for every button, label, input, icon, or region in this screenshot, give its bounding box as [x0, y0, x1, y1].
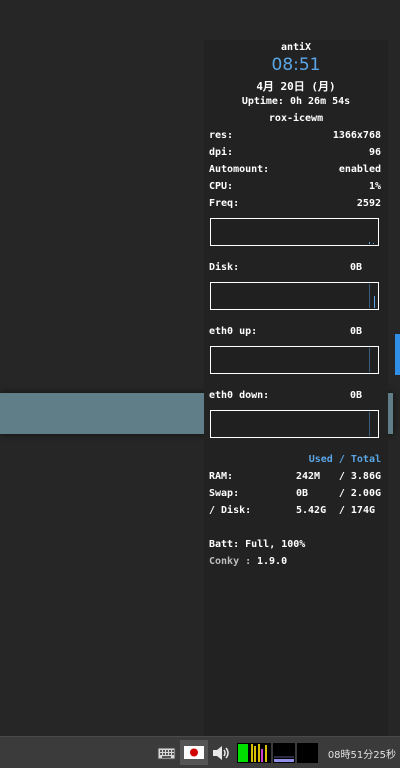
window-manager-name: rox-icewm — [268, 113, 324, 124]
mem-total: / 2.00G — [338, 488, 381, 499]
stat-row-dpi: dpi: 96 — [209, 147, 381, 161]
stat-value: 96 — [368, 147, 381, 158]
mem-used: 5.42G — [296, 505, 327, 516]
stat-value: 1366x768 — [332, 130, 381, 141]
disk-io-value: 0B — [350, 262, 363, 273]
eth-down-value: 0B — [350, 390, 363, 401]
stat-row-cpu: CPU: 1% — [209, 181, 381, 195]
disk-io-label: Disk: — [209, 262, 240, 273]
volume-icon[interactable] — [211, 743, 233, 763]
conky-version-label: Conky : — [209, 556, 252, 567]
stat-row-res: res: 1366x768 — [209, 130, 381, 144]
stat-value: enabled — [338, 164, 381, 175]
disk-io-graph — [210, 282, 379, 310]
eth-down-graph — [210, 410, 379, 438]
stat-label: res: — [209, 130, 234, 141]
eth-down-label: eth0 down: — [209, 390, 270, 401]
mem-row-ram: RAM: 242M / 3.86G — [209, 471, 381, 485]
mem-label: Swap: — [209, 488, 240, 499]
japan-flag-icon[interactable] — [180, 740, 208, 765]
memory-monitor-icon — [297, 743, 318, 763]
cpu-graph — [210, 218, 379, 246]
mem-row-swap: Swap: 0B / 2.00G — [209, 488, 381, 502]
stat-row-automount: Automount: enabled — [209, 164, 381, 178]
stat-row-freq: Freq: 2592 — [209, 198, 381, 212]
graph-marker — [369, 348, 370, 372]
battery-status: Batt: Full, 100% — [209, 539, 306, 550]
cpu-monitor-icon — [237, 743, 271, 763]
cpu-graph-bar — [369, 242, 370, 244]
conky-version-row: Conky : 1.9.0 — [209, 556, 381, 570]
mem-row-disk: / Disk: 5.42G / 174G — [209, 505, 381, 519]
date-display: 4月 20日 (月) — [256, 80, 336, 93]
mem-used: 0B — [296, 488, 309, 499]
taskbar-clock[interactable]: 08時51分25秒 — [328, 746, 396, 761]
mem-used: 242M — [296, 471, 321, 482]
cpu-graph-bar — [373, 243, 374, 244]
used-total-header: Used / Total — [308, 454, 381, 465]
battery-row: Batt: Full, 100% — [209, 539, 381, 553]
mem-total: / 174G — [338, 505, 375, 516]
edge-scroll-handle[interactable] — [395, 334, 400, 375]
graph-marker — [369, 412, 370, 436]
eth-up-label: eth0 up: — [209, 326, 258, 337]
conky-version-value: 1.9.0 — [257, 556, 288, 567]
stat-label: Freq: — [209, 198, 240, 209]
used-total-header-row: Used / Total — [209, 454, 381, 468]
network-monitor-icon — [273, 743, 295, 763]
eth-up-value: 0B — [350, 326, 363, 337]
eth-down-row: eth0 down: 0B — [209, 390, 381, 404]
taskbar: 08時51分25秒 — [0, 736, 400, 768]
keyboard-icon[interactable] — [157, 743, 176, 763]
mem-label: / Disk: — [209, 505, 252, 516]
disk-io-row: Disk: 0B — [209, 262, 381, 276]
stat-value: 1% — [368, 181, 381, 192]
uptime-display: Uptime: 0h 26m 54s — [241, 96, 351, 107]
distro-name: antiX — [280, 42, 312, 53]
mem-label: RAM: — [209, 471, 234, 482]
stat-value: 2592 — [356, 198, 381, 209]
graph-marker — [369, 284, 370, 308]
disk-io-graph-bar — [374, 296, 375, 308]
stat-label: dpi: — [209, 147, 234, 158]
mem-total: / 3.86G — [338, 471, 381, 482]
clock-time: 08:51 — [271, 55, 321, 75]
conky-panel: antiX 08:51 4月 20日 (月) Uptime: 0h 26m 54… — [204, 40, 388, 736]
eth-up-graph — [210, 346, 379, 374]
eth-up-row: eth0 up: 0B — [209, 326, 381, 340]
stat-label: Automount: — [209, 164, 270, 175]
stat-label: CPU: — [209, 181, 234, 192]
